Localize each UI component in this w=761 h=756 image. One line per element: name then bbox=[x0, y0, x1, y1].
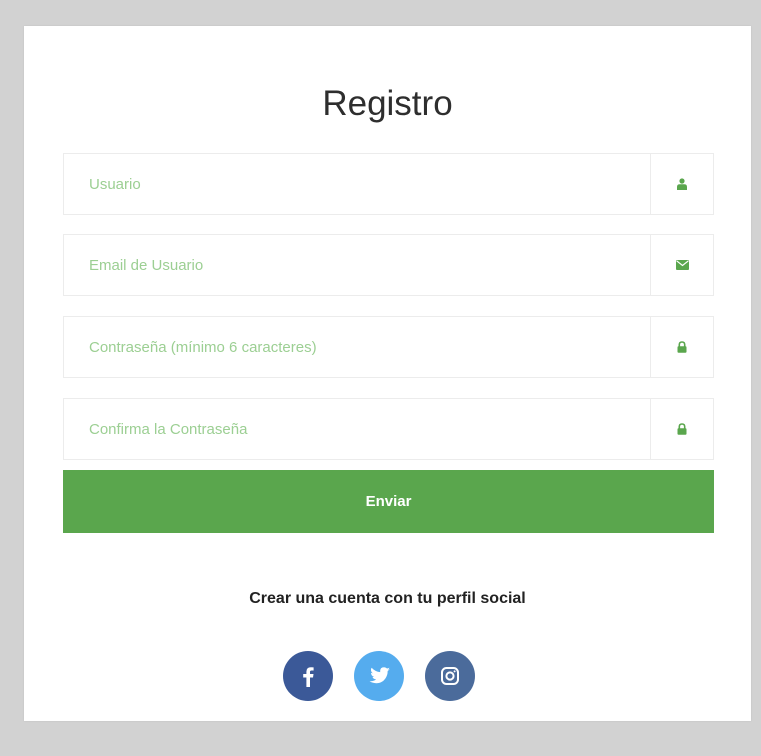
confirm-password-input[interactable] bbox=[64, 399, 650, 459]
confirm-password-field-group bbox=[63, 398, 714, 460]
password-addon bbox=[650, 317, 713, 377]
user-icon bbox=[677, 178, 687, 190]
username-input[interactable] bbox=[64, 154, 650, 214]
twitter-button[interactable] bbox=[354, 651, 404, 701]
instagram-button[interactable] bbox=[425, 651, 475, 701]
page-title: Registro bbox=[322, 84, 453, 123]
email-addon bbox=[650, 235, 713, 295]
username-addon bbox=[650, 154, 713, 214]
confirm-password-addon bbox=[650, 399, 713, 459]
registration-card: Registro Usuario Email de Usuario Enviar… bbox=[24, 26, 751, 721]
instagram-icon bbox=[441, 667, 459, 685]
email-field-group bbox=[63, 234, 714, 296]
password-input[interactable] bbox=[64, 317, 650, 377]
social-heading: Crear una cuenta con tu perfil social bbox=[249, 590, 526, 607]
twitter-icon bbox=[369, 667, 390, 684]
lock-icon bbox=[677, 423, 687, 435]
submit-button[interactable]: Enviar bbox=[63, 470, 714, 533]
password-field-group bbox=[63, 316, 714, 378]
email-input[interactable] bbox=[64, 235, 650, 295]
facebook-button[interactable] bbox=[283, 651, 333, 701]
facebook-icon bbox=[303, 667, 314, 687]
envelope-icon bbox=[675, 260, 689, 270]
lock-icon bbox=[677, 341, 687, 353]
username-field-group bbox=[63, 153, 714, 215]
